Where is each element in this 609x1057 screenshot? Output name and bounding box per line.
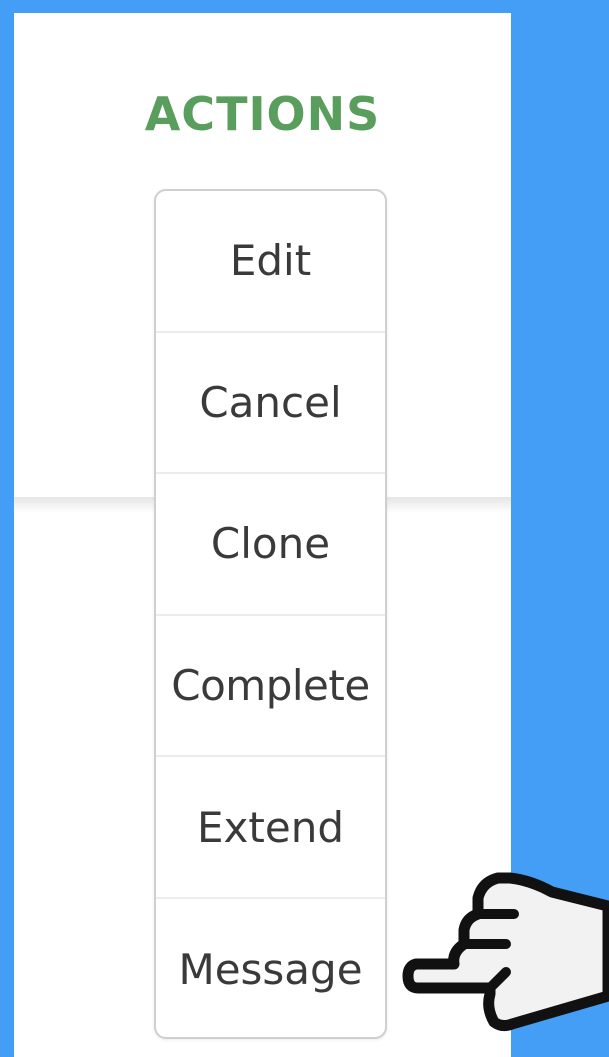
actions-dropdown-menu: Edit Cancel Clone Complete Extend Messag…	[154, 189, 387, 1039]
extend-menu-item[interactable]: Extend	[156, 757, 385, 899]
pointing-hand-icon	[402, 872, 609, 1032]
message-menu-item[interactable]: Message	[156, 899, 385, 1037]
clone-menu-item[interactable]: Clone	[156, 474, 385, 616]
cancel-menu-item[interactable]: Cancel	[156, 333, 385, 475]
complete-menu-item[interactable]: Complete	[156, 616, 385, 758]
actions-header: ACTIONS	[144, 87, 381, 141]
edit-menu-item[interactable]: Edit	[156, 191, 385, 333]
